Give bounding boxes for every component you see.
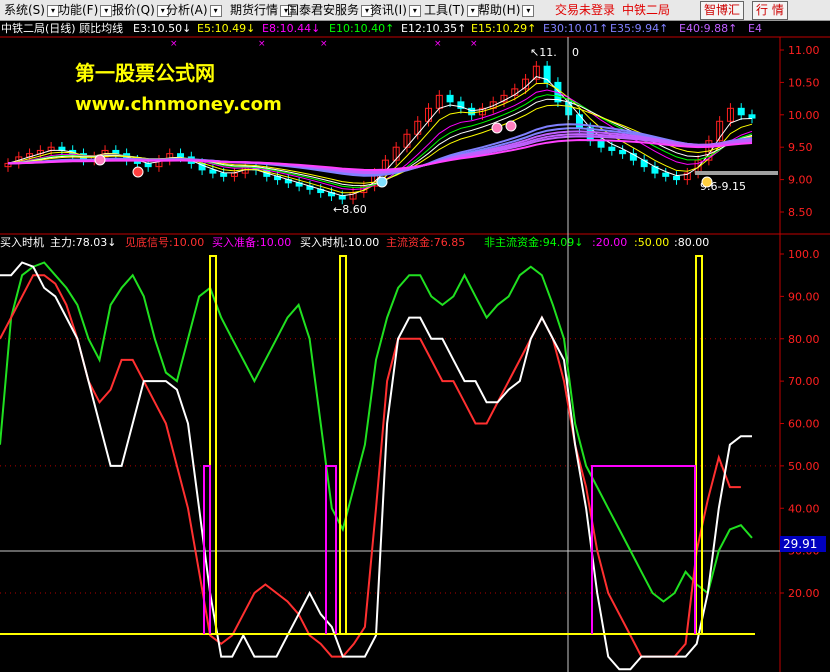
candle-body: [565, 101, 573, 116]
candle-body: [468, 107, 476, 116]
price-tick-label: 10.00: [788, 109, 820, 122]
candle-body: [209, 169, 217, 174]
top-x-marker: ×: [170, 39, 178, 49]
candle-body: [575, 114, 583, 129]
indicator-tick-label: 20.00: [788, 587, 820, 600]
top-x-marker: ×: [434, 39, 442, 49]
candle-body: [177, 153, 185, 158]
price-tick-label: 8.50: [788, 206, 813, 219]
signal-marker: [376, 176, 388, 188]
magenta-block: [591, 465, 696, 634]
price-tick-label: 9.00: [788, 174, 813, 187]
candle-body: [220, 172, 228, 177]
candle-body: [748, 114, 756, 119]
ma-line-35: [7, 127, 753, 176]
yellow-spike: [695, 255, 703, 634]
candle-body: [608, 146, 616, 151]
crosshair-value: 29.91: [783, 537, 817, 551]
signal-marker: [491, 122, 503, 134]
top-x-marker: ×: [258, 39, 266, 49]
high-annotation-2: 0: [572, 46, 579, 59]
candle-body: [619, 149, 627, 155]
indicator-tick-label: 40.00: [788, 502, 820, 515]
signal-marker: [132, 166, 144, 178]
price-tick-label: 9.50: [788, 141, 813, 154]
indicator-tick-label: 90.00: [788, 290, 820, 303]
signal-marker: [94, 154, 106, 166]
low-annotation: ←8.60: [333, 203, 367, 216]
watermark-title: 第一股票公式网: [75, 61, 215, 85]
ma-line-30: [7, 123, 753, 177]
indicator-tick-label: 80.00: [788, 333, 820, 346]
yellow-spike: [339, 255, 347, 634]
magenta-block: [325, 465, 337, 634]
magenta-block: [203, 465, 211, 634]
candle-body: [597, 140, 605, 148]
price-tick-label: 11.00: [788, 44, 820, 57]
candle-body: [662, 172, 670, 177]
signal-marker: [701, 176, 713, 188]
candle-body: [673, 175, 681, 181]
indicator-tick-label: 100.0: [788, 248, 820, 261]
top-x-marker: ×: [470, 39, 478, 49]
top-x-marker: ×: [320, 39, 328, 49]
high-annotation: ↖11.: [530, 46, 557, 59]
candle-body: [446, 94, 454, 103]
candle-body: [737, 107, 745, 116]
indicator-tick-label: 60.00: [788, 418, 820, 431]
watermark-url: www.chnmoney.com: [75, 94, 282, 115]
price-tick-label: 10.50: [788, 76, 820, 89]
signal-marker: [505, 120, 517, 132]
indicator-tick-label: 50.00: [788, 460, 820, 473]
indicator-tick-label: 70.00: [788, 375, 820, 388]
